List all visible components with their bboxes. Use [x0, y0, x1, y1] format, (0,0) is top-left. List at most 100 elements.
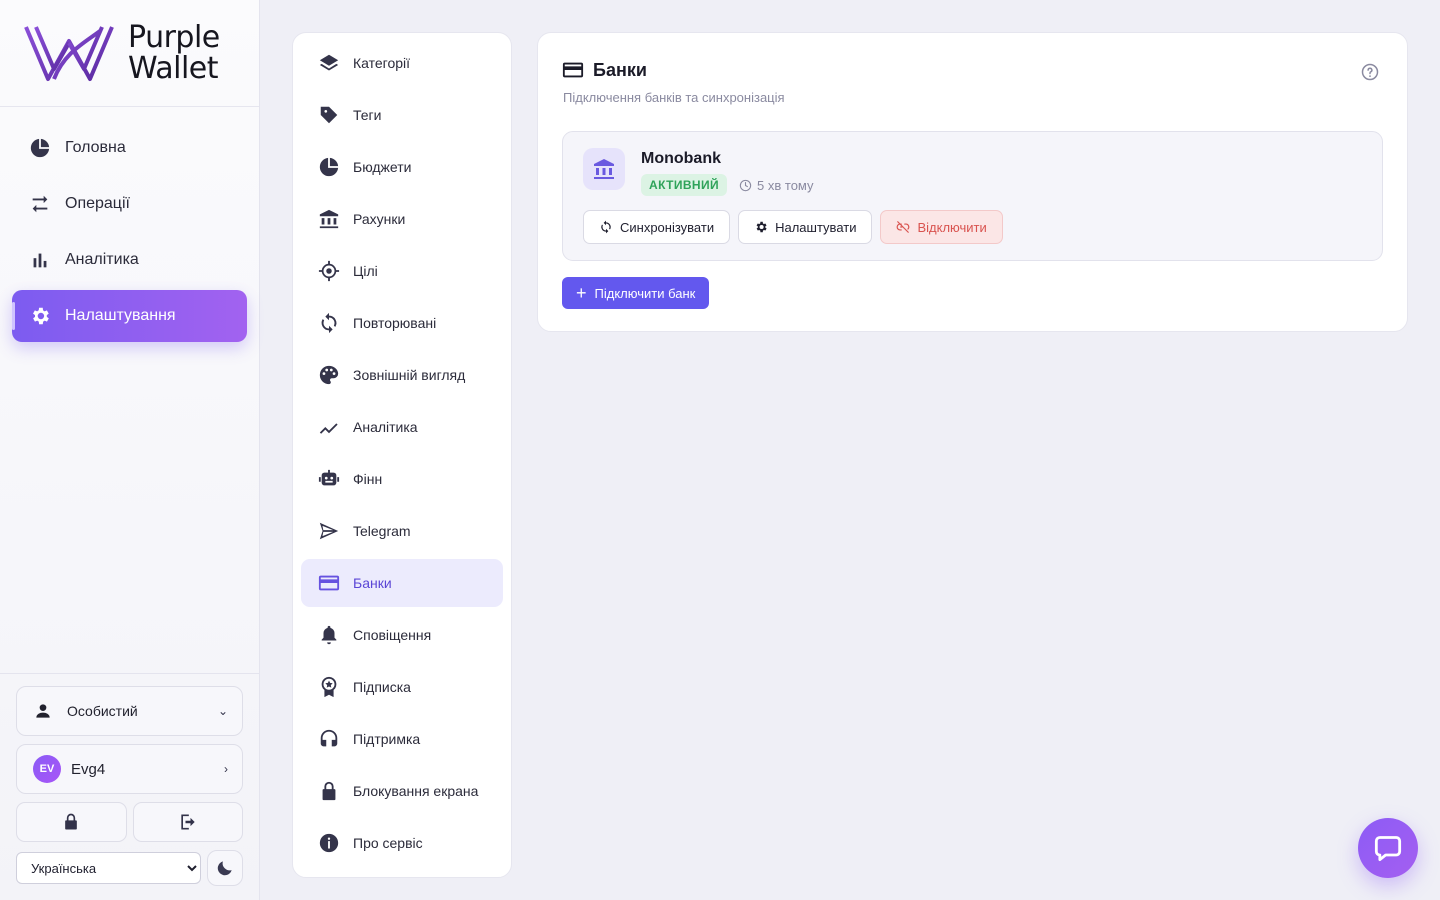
sidebar-footer: Особистий ⌄ EV Evg4 › Українська [0, 673, 259, 900]
gear-icon [33, 307, 49, 325]
last-sync: 5 хв тому [739, 177, 814, 193]
lock-button[interactable] [16, 802, 127, 842]
submenu-item-label: Підписка [353, 679, 411, 695]
page-subtitle: Підключення банків та синхронізація [563, 90, 785, 105]
nav-item-home[interactable]: Головна [12, 122, 247, 174]
quick-actions [16, 802, 243, 842]
submenu-item-label: Бюджети [353, 159, 412, 175]
repeat-icon [321, 312, 337, 334]
submenu-item-appearance[interactable]: Зовнішній вигляд [301, 351, 503, 399]
clock-icon [739, 179, 752, 191]
submenu-item-label: Категорії [353, 55, 411, 71]
chat-button[interactable] [1358, 818, 1418, 878]
submenu-item-about[interactable]: Про сервіс [301, 819, 503, 867]
disconnect-button[interactable]: Відключити [880, 210, 1003, 244]
page-title: Банки [593, 59, 647, 80]
settings-submenu: Категорії Теги Бюджети Рахунки Цілі Повт… [292, 32, 512, 878]
unlink-icon [897, 221, 910, 233]
profile-label: Особистий [67, 703, 138, 719]
sync-icon [601, 220, 611, 234]
submenu-item-analytics[interactable]: Аналітика [301, 403, 503, 451]
credit-card-icon [318, 575, 340, 591]
connect-bank-label: Підключити банк [594, 285, 696, 301]
bank-actions: Синхронізувати Налаштувати Відключити [583, 210, 1362, 244]
nav-item-label: Аналітика [65, 251, 139, 268]
bank-card: Monobank АКТИВНИЙ 5 хв тому Синхронізува… [562, 131, 1383, 261]
submenu-item-label: Аналітика [353, 419, 418, 435]
status-badge: АКТИВНИЙ [641, 174, 728, 196]
submenu-item-label: Рахунки [353, 211, 406, 227]
logout-button[interactable] [132, 802, 243, 842]
sync-button-label: Синхронізувати [620, 219, 715, 235]
nav-item-label: Операції [65, 195, 130, 212]
bank-card-header: Monobank АКТИВНИЙ 5 хв тому [583, 148, 1362, 196]
user-icon [36, 704, 50, 718]
chevron-right-icon: › [224, 762, 228, 776]
submenu-item-label: Повторювані [353, 315, 437, 331]
award-icon [321, 676, 337, 698]
language-row: Українська [16, 850, 243, 886]
submenu-item-banks[interactable]: Банки [301, 559, 503, 607]
submenu-item-screen-lock[interactable]: Блокування екрана [301, 767, 503, 815]
sidebar: Purple Wallet Головна Операції Аналітика… [0, 0, 260, 900]
bank-info: Monobank АКТИВНИЙ 5 хв тому [641, 148, 814, 196]
tag-icon [320, 106, 338, 124]
submenu-item-support[interactable]: Підтримка [301, 715, 503, 763]
disconnect-button-label: Відключити [917, 219, 987, 235]
user-menu[interactable]: EV Evg4 › [16, 744, 243, 794]
bank-avatar [583, 148, 625, 190]
info-icon [319, 833, 339, 853]
pie-chart-icon [319, 157, 339, 177]
submenu-item-label: Фінн [353, 471, 383, 487]
trend-line-icon [319, 423, 338, 434]
submenu-item-label: Теги [353, 107, 382, 123]
profile-switcher[interactable]: Особистий ⌄ [16, 686, 243, 736]
bank-name: Monobank [641, 150, 721, 167]
submenu-item-goals[interactable]: Цілі [301, 247, 503, 295]
chevron-down-icon: ⌄ [217, 704, 228, 718]
submenu-item-recurring[interactable]: Повторювані [301, 299, 503, 347]
submenu-item-telegram[interactable]: Telegram [301, 507, 503, 555]
plus-icon: + [576, 283, 587, 303]
avatar: EV [33, 755, 61, 783]
submenu-item-subscription[interactable]: Підписка [301, 663, 503, 711]
robot-icon [318, 469, 340, 486]
bell-icon [321, 625, 337, 645]
sync-button[interactable]: Синхронізувати [583, 210, 731, 244]
submenu-item-label: Банки [353, 575, 392, 591]
layers-icon [319, 54, 339, 71]
submenu-item-accounts[interactable]: Рахунки [301, 195, 503, 243]
main-nav: Головна Операції Аналітика Налаштування [0, 107, 259, 342]
submenu-item-notifications[interactable]: Сповіщення [301, 611, 503, 659]
submenu-item-label: Підтримка [353, 731, 421, 747]
theme-toggle-button[interactable] [207, 850, 243, 886]
submenu-item-tags[interactable]: Теги [301, 91, 503, 139]
submenu-item-label: Telegram [353, 523, 411, 539]
bar-chart-icon [33, 253, 47, 268]
lock-icon [65, 813, 78, 830]
help-icon[interactable] [1361, 63, 1379, 81]
nav-item-settings[interactable]: Налаштування [12, 290, 247, 342]
submenu-item-finn[interactable]: Фінн [301, 455, 503, 503]
nav-item-label: Головна [65, 139, 126, 156]
connect-bank-button[interactable]: + Підключити банк [562, 277, 710, 309]
moon-icon [217, 861, 232, 876]
target-icon [318, 260, 340, 282]
brand-name: Purple Wallet [128, 20, 220, 86]
nav-item-analytics[interactable]: Аналітика [12, 234, 247, 286]
nav-item-operations[interactable]: Операції [12, 178, 247, 230]
submenu-item-categories[interactable]: Категорії [301, 39, 503, 87]
last-sync-text: 5 хв тому [757, 177, 814, 193]
submenu-item-label: Сповіщення [353, 627, 432, 643]
brand[interactable]: Purple Wallet [0, 0, 259, 107]
submenu-item-label: Зовнішній вигляд [353, 367, 466, 383]
chat-bubble-icon [1374, 836, 1402, 862]
nav-item-label: Налаштування [65, 307, 176, 324]
submenu-item-label: Про сервіс [353, 835, 423, 851]
panel-header: Банки [562, 59, 1383, 81]
language-select[interactable]: Українська [16, 852, 201, 884]
submenu-item-budgets[interactable]: Бюджети [301, 143, 503, 191]
configure-button-label: Налаштувати [775, 219, 857, 235]
configure-button[interactable]: Налаштувати [738, 210, 873, 244]
paper-plane-icon [319, 522, 339, 540]
